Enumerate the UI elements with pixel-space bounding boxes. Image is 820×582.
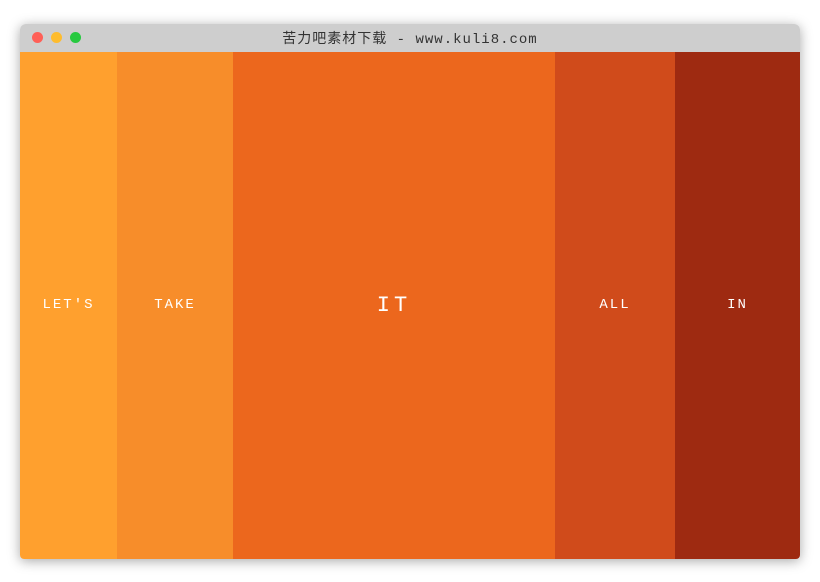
panel-label: IN: [727, 297, 748, 313]
panel-lets[interactable]: LET'S: [20, 52, 117, 559]
minimize-icon[interactable]: [51, 32, 62, 43]
panel-container: LET'S TAKE IT ALL IN: [20, 52, 800, 559]
panel-label: LET'S: [42, 297, 94, 313]
panel-all[interactable]: ALL: [555, 52, 675, 559]
browser-window: 苦力吧素材下载 - www.kuli8.com LET'S TAKE IT AL…: [20, 24, 800, 559]
traffic-lights: [20, 32, 81, 43]
panel-it[interactable]: IT: [233, 52, 555, 559]
panel-label: ALL: [599, 297, 630, 313]
window-title: 苦力吧素材下载 - www.kuli8.com: [20, 28, 800, 48]
titlebar: 苦力吧素材下载 - www.kuli8.com: [20, 24, 800, 52]
panel-take[interactable]: TAKE: [117, 52, 233, 559]
close-icon[interactable]: [32, 32, 43, 43]
panel-in[interactable]: IN: [675, 52, 800, 559]
panel-label: IT: [377, 293, 411, 318]
panel-label: TAKE: [154, 297, 196, 313]
maximize-icon[interactable]: [70, 32, 81, 43]
